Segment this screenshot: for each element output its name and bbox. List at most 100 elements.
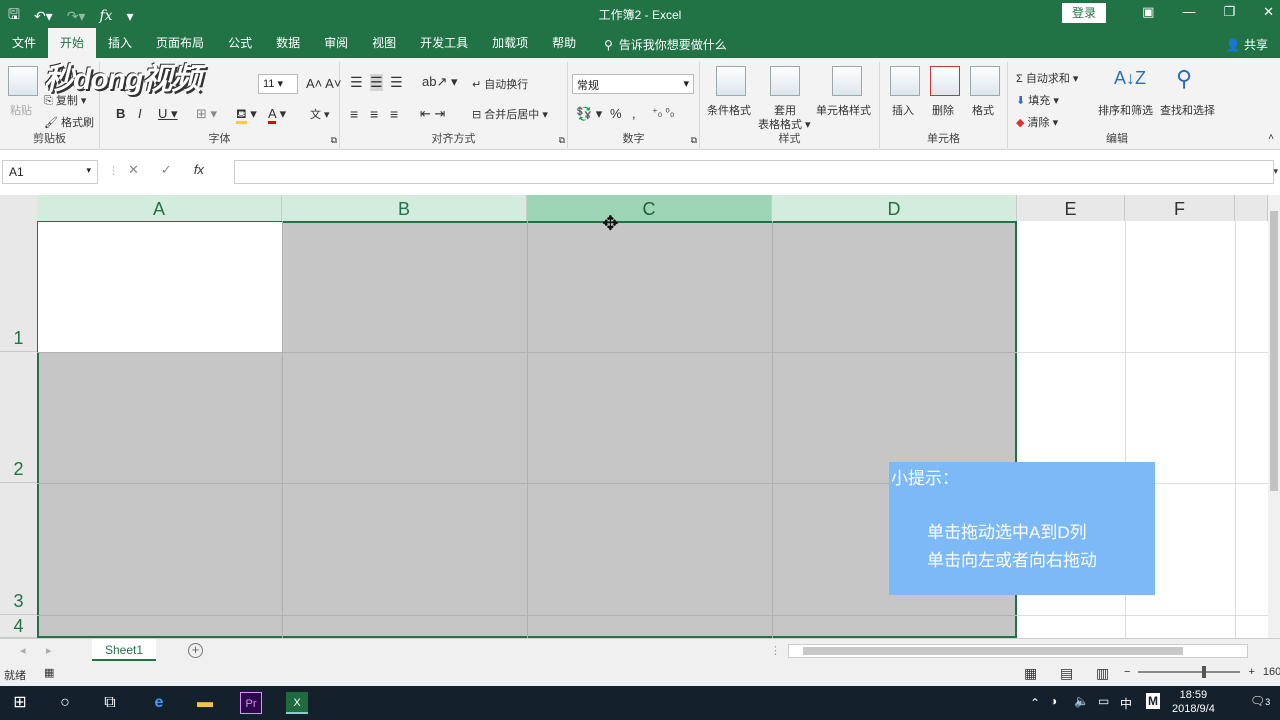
find-icon[interactable]: ⚲: [1176, 66, 1192, 92]
edge-icon[interactable]: e: [148, 692, 170, 714]
collapse-ribbon-icon[interactable]: ˄: [1268, 132, 1274, 143]
minimize-icon[interactable]: —: [1182, 4, 1195, 20]
percent-icon[interactable]: %: [610, 106, 622, 121]
enter-icon[interactable]: ✓: [161, 162, 172, 178]
format-painter-button[interactable]: 🖌 格式刷: [44, 114, 94, 130]
italic-button[interactable]: I: [138, 106, 142, 121]
merge-center-button[interactable]: ⊟ 合并后居中 ▾: [472, 106, 548, 122]
column-header-g[interactable]: [1235, 195, 1268, 221]
align-left-icon[interactable]: ≡: [350, 106, 358, 122]
name-box[interactable]: A1 ▾: [2, 160, 98, 184]
volume-icon[interactable]: 🔈: [1074, 694, 1089, 708]
fill-button[interactable]: ⬇ 填充 ▾: [1016, 92, 1059, 108]
file-explorer-icon[interactable]: ▬: [194, 692, 216, 714]
vertical-scroll-thumb[interactable]: [1270, 211, 1278, 491]
cancel-icon[interactable]: ✕: [128, 162, 139, 178]
wrap-text-button[interactable]: ↵ 自动换行: [472, 76, 528, 92]
network-icon[interactable]: ◑: [1050, 694, 1057, 708]
clock[interactable]: 18:59 2018/9/4: [1172, 688, 1215, 716]
bold-button[interactable]: B: [116, 106, 125, 121]
number-format-combo[interactable]: 常规 ▾: [572, 74, 694, 94]
page-break-view-icon[interactable]: ▥: [1096, 665, 1109, 682]
zoom-thumb[interactable]: [1202, 666, 1207, 678]
cortana-icon[interactable]: ○: [54, 692, 76, 714]
delete-cells-label[interactable]: 删除: [932, 102, 954, 118]
grow-font-icon[interactable]: A˄ A˅: [306, 76, 341, 91]
row-header-1[interactable]: 1: [0, 221, 37, 352]
conditional-format-label[interactable]: 条件格式: [707, 102, 751, 118]
normal-view-icon[interactable]: ▦: [1024, 665, 1037, 682]
tab-developer[interactable]: 开发工具: [408, 28, 480, 58]
tray-chevron-icon[interactable]: ⌃: [1030, 696, 1040, 710]
comma-icon[interactable]: ,: [632, 106, 636, 121]
sort-filter-label[interactable]: 排序和筛选: [1098, 102, 1153, 118]
expand-formula-icon[interactable]: ▾: [1273, 166, 1278, 177]
login-button[interactable]: 登录: [1062, 3, 1106, 23]
column-header-c[interactable]: C: [527, 195, 772, 221]
underline-button[interactable]: U ▾: [158, 106, 178, 122]
conditional-format-icon[interactable]: [716, 66, 746, 96]
task-view-icon[interactable]: ⧉: [99, 692, 121, 714]
sheet-tab-sheet1[interactable]: Sheet1: [92, 639, 156, 661]
insert-function-icon[interactable]: fx: [194, 162, 204, 178]
zoom-slider[interactable]: [1138, 666, 1241, 678]
autosum-button[interactable]: Σ 自动求和 ▾: [1016, 70, 1078, 86]
tab-data[interactable]: 数据: [264, 28, 312, 58]
select-all-corner[interactable]: [0, 195, 37, 221]
close-icon[interactable]: ✕: [1263, 4, 1274, 20]
add-sheet-icon[interactable]: +: [188, 643, 203, 658]
vertical-scrollbar[interactable]: [1268, 195, 1280, 638]
insert-cells-icon[interactable]: [890, 66, 920, 96]
share-button[interactable]: 👤 共享: [1226, 36, 1268, 53]
format-cells-icon[interactable]: [970, 66, 1000, 96]
tab-help[interactable]: 帮助: [540, 28, 588, 58]
format-as-table-icon[interactable]: [770, 66, 800, 96]
tab-file[interactable]: 文件: [0, 28, 48, 58]
fill-color-icon[interactable]: ⛾ ▾: [236, 106, 257, 124]
sheet-nav-next-icon[interactable]: ▸: [46, 644, 52, 657]
cell-styles-icon[interactable]: [832, 66, 862, 96]
windows-start-icon[interactable]: ⊞: [9, 692, 31, 714]
column-header-f[interactable]: F: [1125, 195, 1235, 221]
phonetic-icon[interactable]: 文 ▾: [310, 106, 330, 122]
network-status-icon[interactable]: ▭: [1098, 694, 1109, 708]
formula-input[interactable]: [234, 160, 1274, 184]
insert-cells-label[interactable]: 插入: [892, 102, 914, 118]
font-size-combo[interactable]: 11 ▾: [258, 74, 298, 94]
column-header-b[interactable]: B: [282, 195, 527, 221]
page-layout-view-icon[interactable]: ▤: [1060, 665, 1073, 682]
number-launcher-icon[interactable]: ⧉: [691, 135, 697, 146]
horizontal-scroll-thumb[interactable]: [803, 647, 1183, 655]
decimal-icon[interactable]: ⁺₀ ⁰₀: [652, 106, 674, 119]
column-header-e[interactable]: E: [1017, 195, 1125, 221]
horizontal-scrollbar[interactable]: [788, 644, 1248, 658]
paste-icon[interactable]: [8, 66, 38, 96]
font-color-icon[interactable]: A ▾: [268, 106, 286, 124]
row-header-3[interactable]: 3: [0, 483, 37, 615]
find-select-label[interactable]: 查找和选择: [1160, 102, 1215, 118]
ribbon-display-icon[interactable]: ▣: [1142, 4, 1154, 20]
excel-taskbar-icon[interactable]: X: [286, 692, 308, 714]
sort-filter-icon[interactable]: A↓Z: [1114, 68, 1146, 89]
middle-align-icon[interactable]: ☰: [370, 74, 383, 91]
indent-icon[interactable]: ⇤ ⇥: [420, 106, 445, 122]
active-cell-a1[interactable]: [38, 222, 282, 352]
notifications-icon[interactable]: 🗨3: [1250, 694, 1270, 708]
row-header-2[interactable]: 2: [0, 352, 37, 483]
zoom-in-icon[interactable]: +: [1248, 666, 1254, 678]
tab-split-handle[interactable]: ⋮: [770, 644, 781, 657]
font-launcher-icon[interactable]: ⧉: [331, 135, 337, 146]
top-align-icon[interactable]: ☰: [350, 74, 363, 91]
tab-review[interactable]: 审阅: [312, 28, 360, 58]
clear-button[interactable]: ◆ 清除 ▾: [1016, 114, 1058, 130]
format-cells-label[interactable]: 格式: [972, 102, 994, 118]
sheet-nav-prev-icon[interactable]: ◂: [20, 644, 26, 657]
align-center-icon[interactable]: ≡: [370, 106, 378, 122]
cell-styles-label[interactable]: 单元格样式: [816, 102, 871, 118]
ime-mode-icon[interactable]: M: [1146, 693, 1160, 709]
alignment-launcher-icon[interactable]: ⧉: [559, 135, 565, 146]
ime-indicator[interactable]: 中: [1120, 695, 1132, 712]
tab-formulas[interactable]: 公式: [216, 28, 264, 58]
column-header-d[interactable]: D: [772, 195, 1017, 221]
bottom-align-icon[interactable]: ☰: [390, 74, 403, 91]
